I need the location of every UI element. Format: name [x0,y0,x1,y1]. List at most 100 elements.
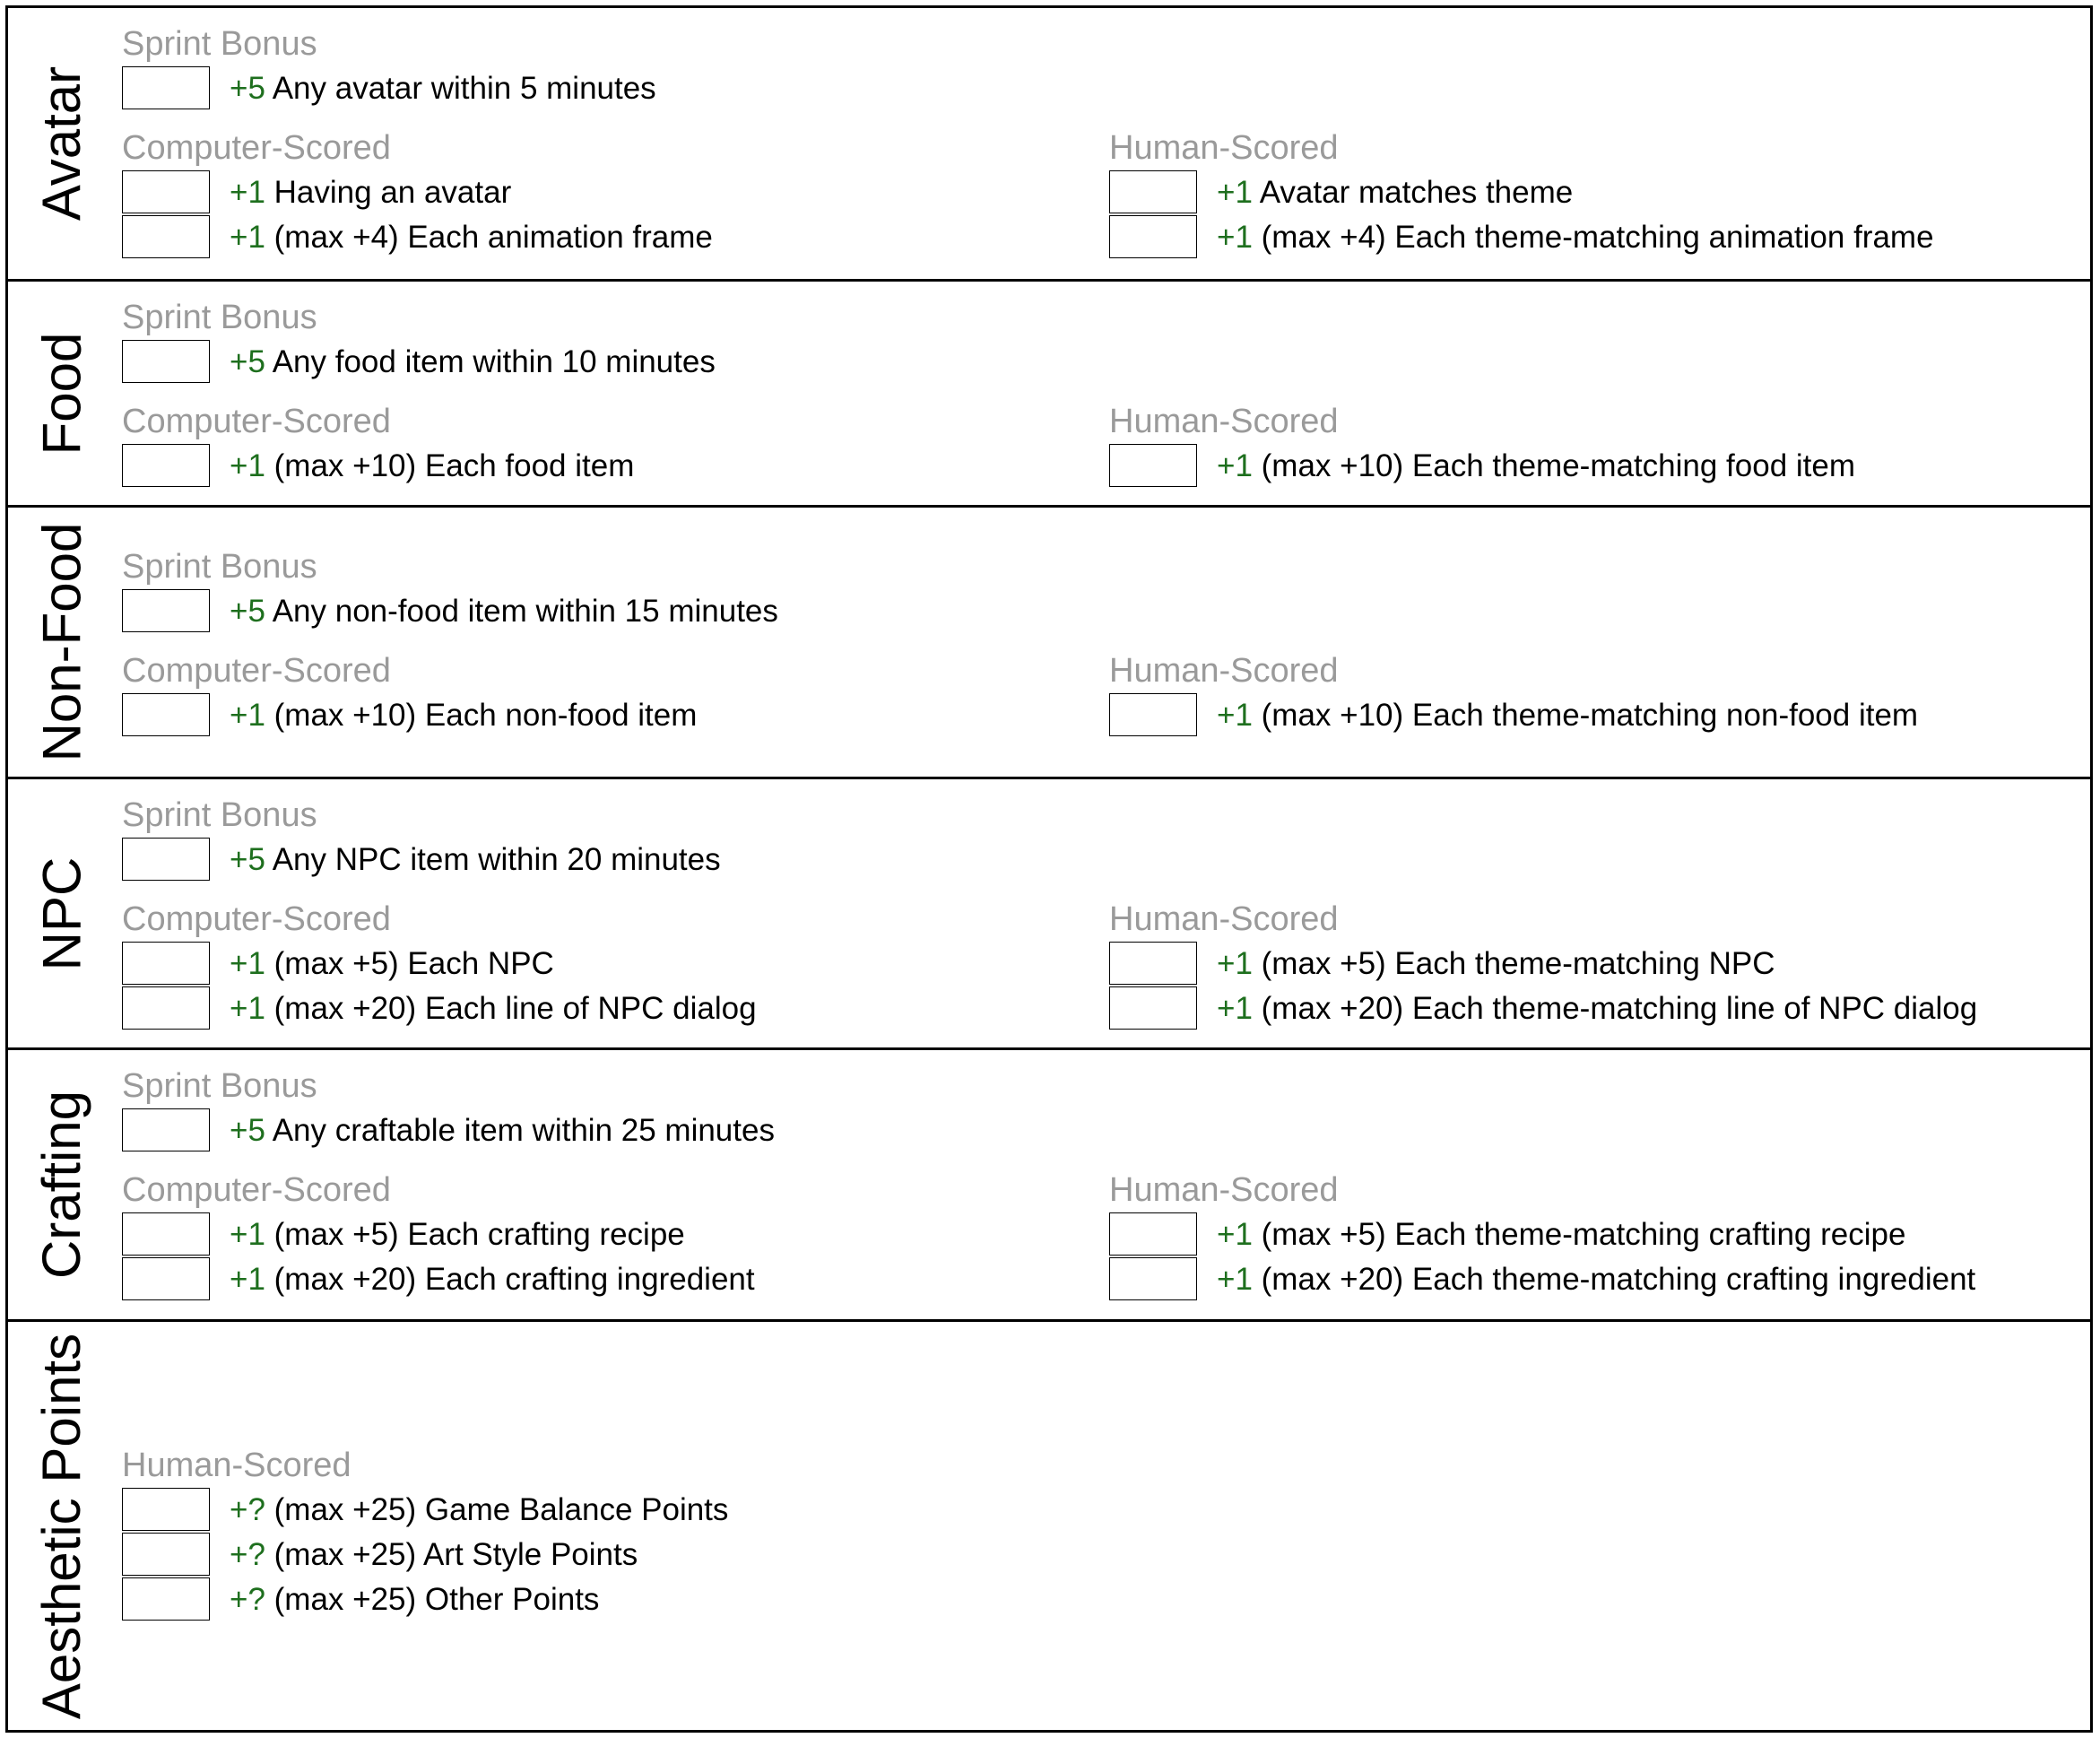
score-box[interactable] [1109,942,1197,985]
sprint-bonus-row: +5 Any craftable item within 25 minutes [122,1108,775,1152]
criterion-text: Any avatar within 5 minutes [272,70,656,106]
criterion-text: (max +10) Each theme-matching food item [1261,448,1856,483]
section-title: Aesthetic Points [31,1333,92,1719]
criterion-text: Any craftable item within 25 minutes [272,1112,775,1148]
criterion-text: (max +10) Each food item [273,448,635,483]
points-value: +1 [230,1261,265,1297]
computer-scored-label: Computer-Scored [122,129,391,167]
score-box[interactable] [122,942,210,985]
criterion-text: Any food item within 10 minutes [272,343,716,379]
sprint-bonus-label: Sprint Bonus [122,796,317,834]
criterion-text: (max +5) Each crafting recipe [273,1216,685,1252]
criterion-row: +1 (max +20) Each theme-matching craftin… [1109,1256,1975,1301]
sprint-bonus-row: +5 Any non-food item within 15 minutes [122,588,778,633]
criterion-row: +1 (max +10) Each food item [122,443,634,488]
points-value: +1 [1217,697,1253,733]
scoring-sheet: Avatar Sprint Bonus +5 Any avatar within… [5,5,2093,1733]
criterion-text: (max +25) Other Points [273,1581,600,1617]
points-value: +1 [1217,219,1253,255]
score-box[interactable] [122,838,210,881]
criterion-row: +1 (max +5) Each theme-matching NPC [1109,941,1775,986]
score-box[interactable] [1109,986,1197,1030]
points-value: +1 [1217,990,1253,1026]
human-scored-label: Human-Scored [1109,403,1339,440]
criterion-text: (max +5) Each theme-matching crafting re… [1261,1216,1906,1252]
section-food: Food Sprint Bonus +5 Any food item withi… [8,279,2090,505]
score-box[interactable] [122,215,210,258]
sprint-bonus-row: +5 Any avatar within 5 minutes [122,65,656,110]
criterion-row: +1 (max +5) Each theme-matching crafting… [1109,1212,1905,1256]
criterion-row: +1 (max +10) Each non-food item [122,692,697,737]
criterion-row: +1 (max +4) Each theme-matching animatio… [1109,214,1934,259]
score-box[interactable] [122,1533,210,1576]
score-box[interactable] [122,1257,210,1300]
criterion-text: (max +20) Each line of NPC dialog [273,990,757,1026]
score-box[interactable] [1109,1212,1197,1256]
points-value: +5 [230,343,265,379]
criterion-row: +1 (max +10) Each theme-matching non-foo… [1109,692,1918,737]
sprint-bonus-label: Sprint Bonus [122,299,317,336]
score-box[interactable] [1109,170,1197,213]
score-box[interactable] [122,1577,210,1621]
criterion-text: (max +25) Game Balance Points [273,1491,729,1527]
score-box[interactable] [122,1108,210,1151]
section-title: Crafting [31,1090,91,1280]
section-crafting: Crafting Sprint Bonus +5 Any craftable i… [8,1047,2090,1319]
score-box[interactable] [122,340,210,383]
score-box[interactable] [122,1212,210,1256]
sprint-bonus-label: Sprint Bonus [122,25,317,63]
section-avatar: Avatar Sprint Bonus +5 Any avatar within… [8,8,2090,279]
criterion-text: Having an avatar [273,174,512,210]
criterion-text: (max +5) Each theme-matching NPC [1261,945,1775,981]
criterion-text: Any NPC item within 20 minutes [272,841,721,877]
score-box[interactable] [1109,215,1197,258]
criterion-text: (max +20) Each theme-matching line of NP… [1261,990,1978,1026]
score-box[interactable] [1109,693,1197,736]
criterion-row: +1 (max +4) Each animation frame [122,214,713,259]
score-box[interactable] [122,986,210,1030]
criterion-row: +1 (max +20) Each line of NPC dialog [122,986,757,1030]
criterion-row: +1 (max +5) Each NPC [122,941,554,986]
score-box[interactable] [122,589,210,632]
criterion-row: +? (max +25) Art Style Points [122,1532,638,1577]
score-box[interactable] [122,444,210,487]
computer-scored-label: Computer-Scored [122,1171,391,1209]
score-box[interactable] [1109,444,1197,487]
criterion-row: +1 (max +5) Each crafting recipe [122,1212,685,1256]
score-box[interactable] [122,170,210,213]
section-title: NPC [31,856,91,970]
points-value: +5 [230,841,265,877]
section-non-food: Non-Food Sprint Bonus +5 Any non-food it… [8,505,2090,777]
points-value: +1 [1217,945,1253,981]
section-title: Food [31,332,92,455]
criterion-row: +1 (max +20) Each theme-matching line of… [1109,986,1977,1030]
points-value: +1 [230,697,265,733]
points-value: +1 [230,174,265,210]
criterion-text: (max +20) Each theme-matching crafting i… [1261,1261,1976,1297]
points-value: +1 [1217,448,1253,483]
criterion-row: +1 (max +20) Each crafting ingredient [122,1256,755,1301]
section-title: Avatar [31,65,92,222]
sprint-bonus-label: Sprint Bonus [122,548,317,586]
score-box[interactable] [122,1488,210,1531]
criterion-text: (max +5) Each NPC [273,945,554,981]
computer-scored-label: Computer-Scored [122,403,391,440]
points-value: +? [230,1491,265,1527]
points-value: +1 [230,945,265,981]
human-scored-label: Human-Scored [122,1447,351,1484]
points-value: +1 [1217,174,1253,210]
points-value: +1 [230,219,265,255]
score-box[interactable] [122,693,210,736]
score-box[interactable] [122,66,210,109]
human-scored-label: Human-Scored [1109,652,1339,690]
points-value: +1 [230,990,265,1026]
computer-scored-label: Computer-Scored [122,652,391,690]
section-npc: NPC Sprint Bonus +5 Any NPC item within … [8,777,2090,1047]
criterion-row: +? (max +25) Other Points [122,1577,599,1621]
criterion-text: (max +10) Each theme-matching non-food i… [1261,697,1919,733]
score-box[interactable] [1109,1257,1197,1300]
points-value: +1 [1217,1216,1253,1252]
points-value: +1 [1217,1261,1253,1297]
sprint-bonus-label: Sprint Bonus [122,1067,317,1105]
criterion-row: +1 Having an avatar [122,169,511,214]
